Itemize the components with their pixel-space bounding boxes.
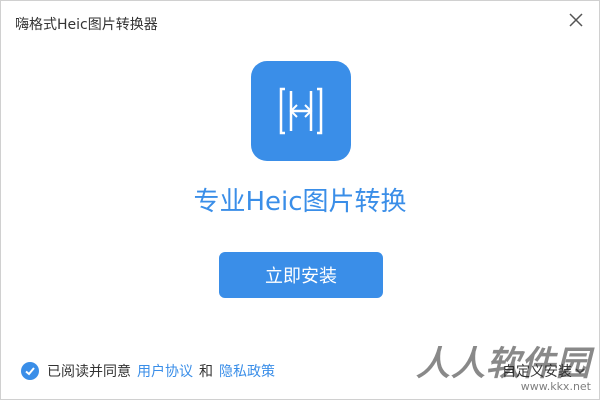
check-icon xyxy=(25,367,35,376)
watermark-url: www.kkx.net xyxy=(520,380,591,393)
privacy-policy-link[interactable]: 隐私政策 xyxy=(219,361,275,381)
installer-window: 嗨格式Heic图片转换器 专业Heic图片转换 立即安装 已阅读并同意 用户协议… xyxy=(0,0,600,400)
close-icon xyxy=(569,13,583,27)
chevron-down-icon xyxy=(575,368,585,375)
install-button[interactable]: 立即安装 xyxy=(219,252,383,298)
custom-install-label: 自定义安装 xyxy=(502,364,572,380)
agree-checkbox[interactable] xyxy=(21,362,39,380)
user-agreement-link[interactable]: 用户协议 xyxy=(137,361,193,381)
h-logo-icon xyxy=(279,87,323,135)
headline: 专业Heic图片转换 xyxy=(193,187,407,217)
agreement-row: 已阅读并同意 用户协议 和 隐私政策 xyxy=(21,361,281,381)
and-text: 和 xyxy=(199,364,213,380)
close-button[interactable] xyxy=(567,11,585,29)
agree-text: 已阅读并同意 xyxy=(47,364,131,380)
custom-install-button[interactable]: 自定义安装 xyxy=(502,361,585,381)
app-logo xyxy=(251,61,351,161)
window-title: 嗨格式Heic图片转换器 xyxy=(15,17,158,33)
